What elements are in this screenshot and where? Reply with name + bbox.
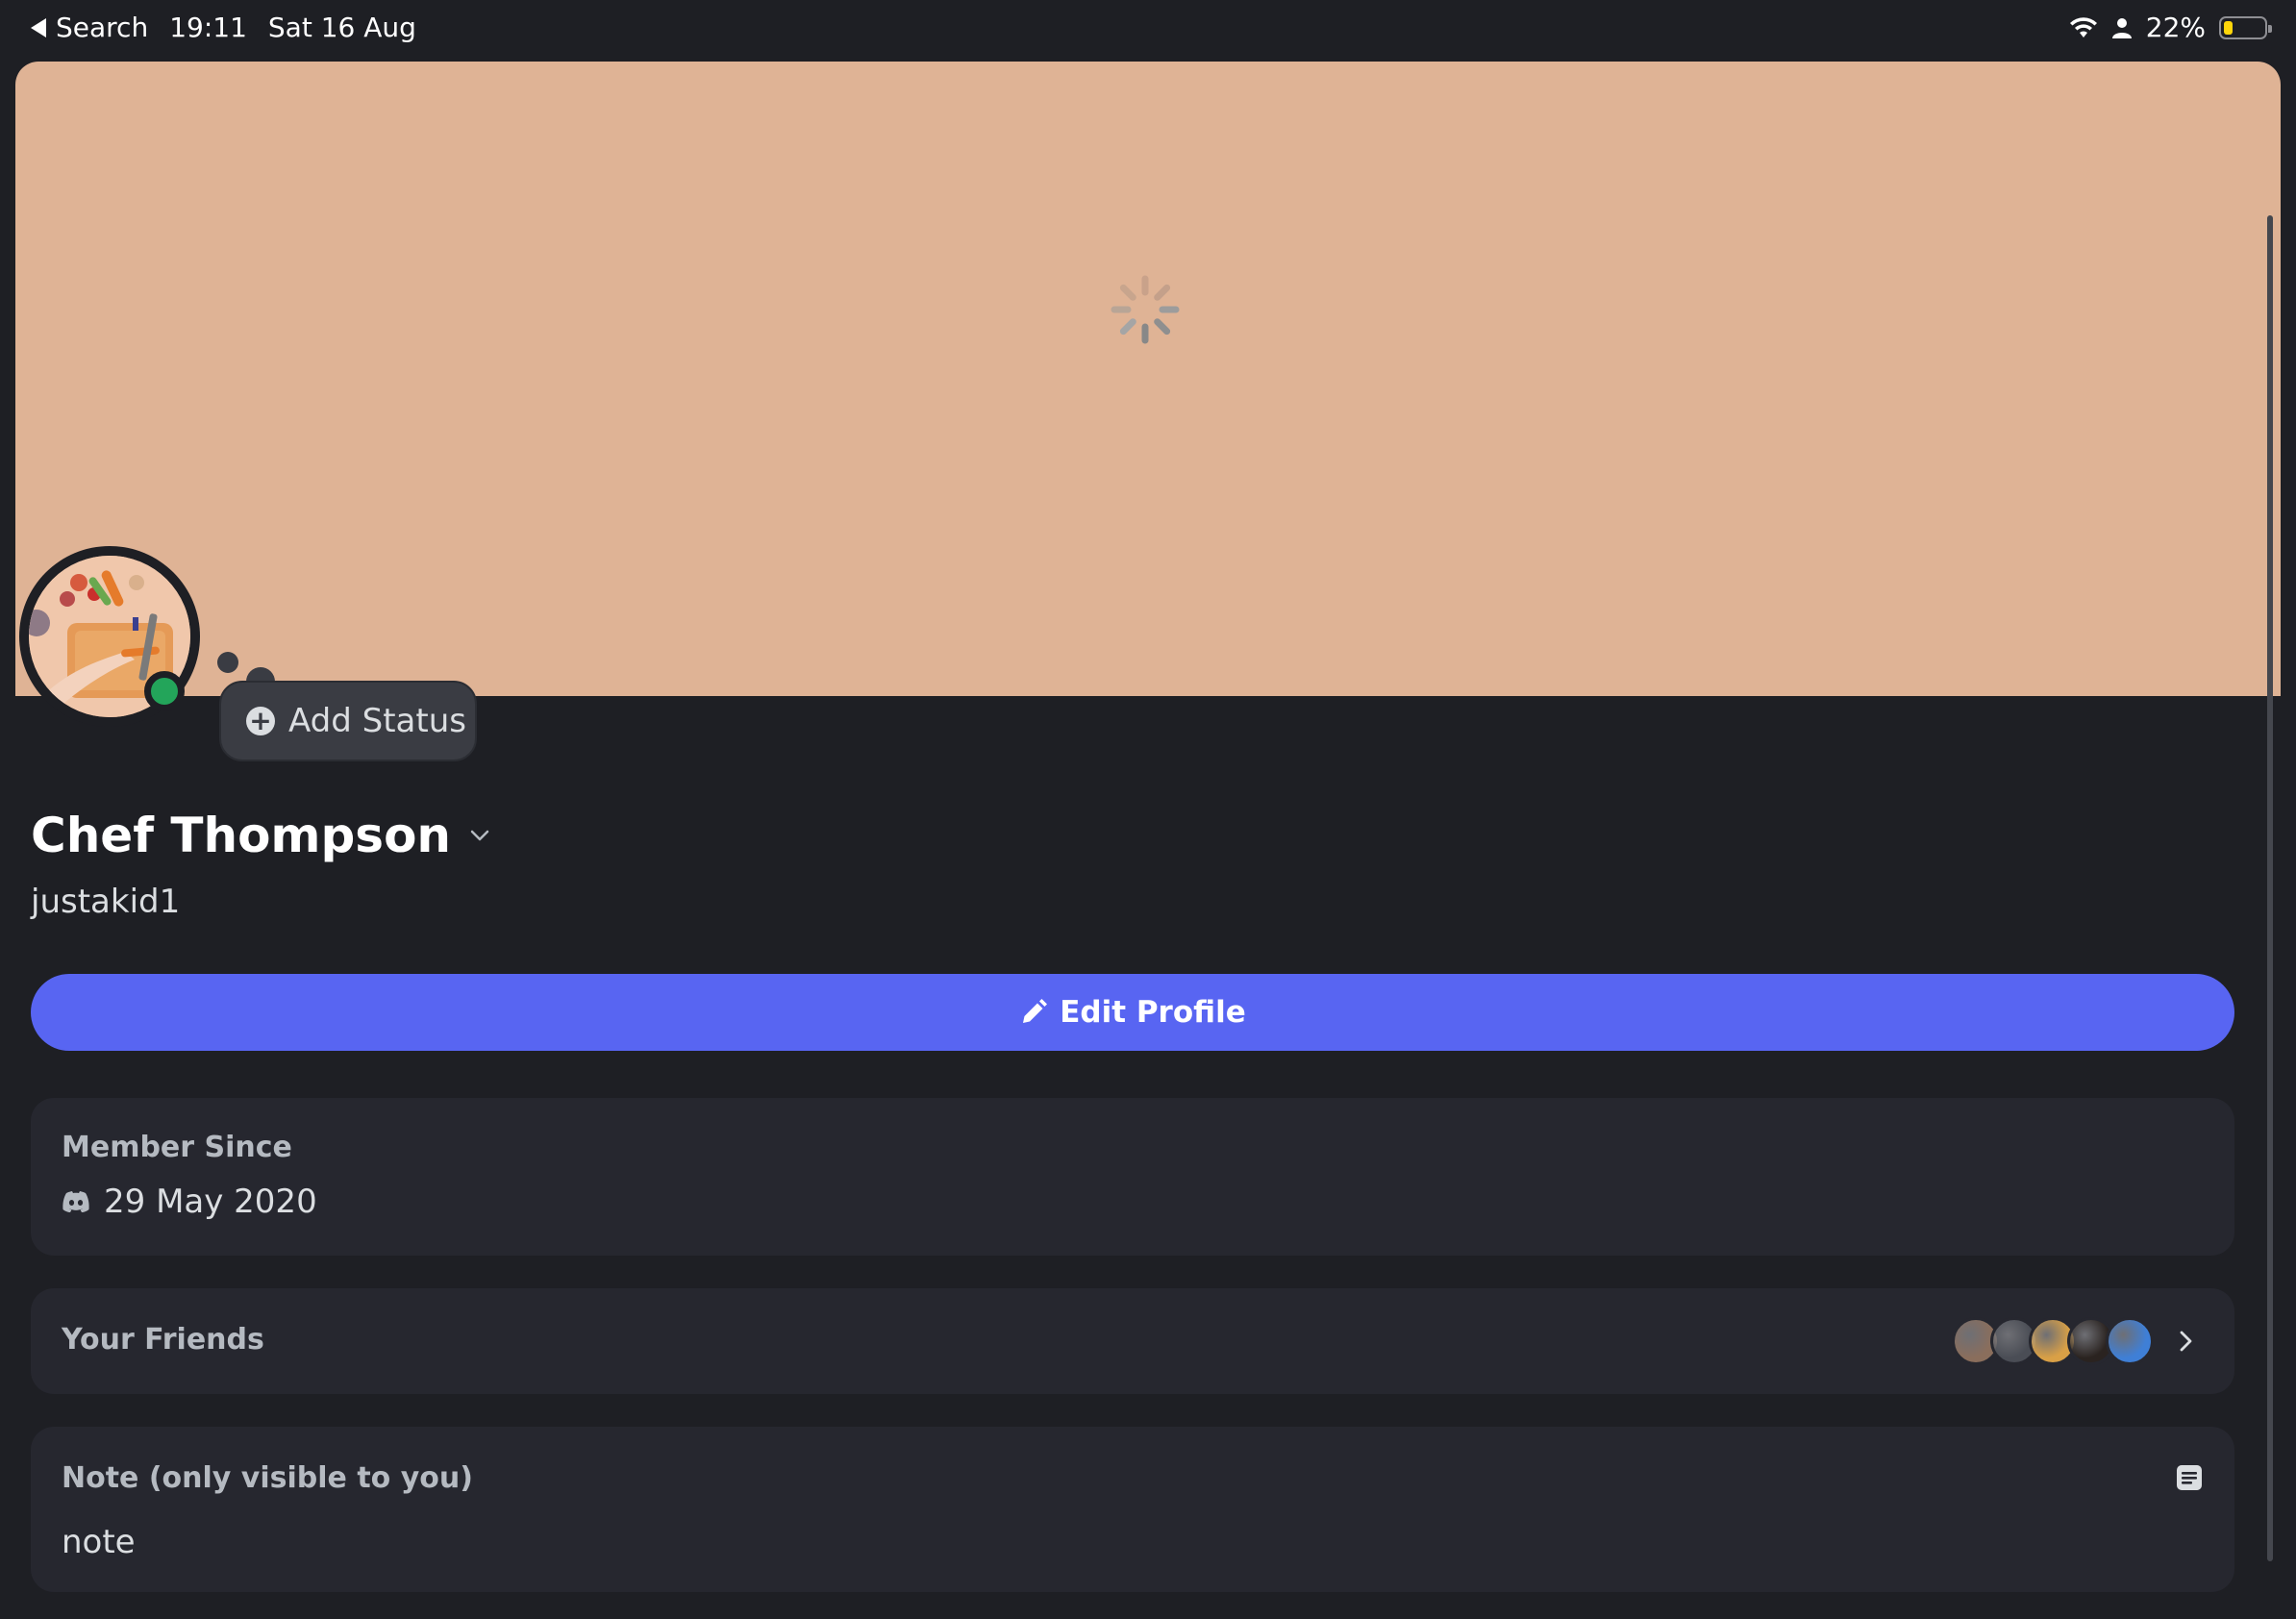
chevron-down-icon (470, 830, 489, 841)
member-since-date: 29 May 2020 (104, 1183, 317, 1221)
note-card[interactable]: Note (only visible to you) note (31, 1427, 2234, 1592)
username: justakid1 (31, 883, 181, 921)
scrollbar[interactable] (2267, 215, 2273, 1561)
your-friends-row[interactable]: Your Friends (31, 1288, 2234, 1394)
person-icon (2111, 17, 2132, 38)
battery-icon (2219, 15, 2272, 39)
thought-bubble-dot-small (217, 652, 238, 673)
add-status-label: Add Status (288, 702, 466, 740)
edit-profile-label: Edit Profile (1060, 995, 1246, 1030)
loading-spinner-icon (1111, 275, 1180, 344)
your-friends-title: Your Friends (62, 1323, 264, 1357)
pencil-icon (1023, 999, 1048, 1023)
friend-avatar-stack (1952, 1317, 2154, 1365)
add-status-button[interactable]: + Add Status (219, 681, 477, 761)
plus-circle-icon: + (246, 707, 275, 735)
back-label: Search (56, 12, 149, 43)
chevron-right-icon (2180, 1331, 2192, 1352)
status-bar: Search 19:11 Sat 16 Aug 22% (0, 0, 2296, 62)
member-since-title: Member Since (62, 1131, 292, 1164)
online-status-indicator (144, 671, 185, 711)
edit-profile-button[interactable]: Edit Profile (31, 974, 2234, 1051)
status-date: Sat 16 Aug (267, 12, 416, 43)
wifi-icon (2069, 16, 2097, 37)
profile-banner (15, 62, 2281, 696)
discord-logo-icon (62, 1191, 89, 1212)
display-name-switcher[interactable]: Chef Thompson (31, 808, 491, 863)
battery-percent: 22% (2145, 12, 2206, 43)
back-arrow-icon (31, 17, 46, 37)
note-title: Note (only visible to you) (62, 1461, 473, 1495)
display-name: Chef Thompson (31, 808, 452, 863)
member-since-card: Member Since 29 May 2020 (31, 1098, 2234, 1256)
back-to-search[interactable]: Search (31, 12, 148, 43)
friend-avatar (2106, 1317, 2154, 1365)
note-icon (2177, 1465, 2202, 1490)
status-time: 19:11 (169, 12, 247, 43)
battery-fill (2224, 20, 2233, 35)
note-input[interactable]: note (62, 1523, 136, 1561)
